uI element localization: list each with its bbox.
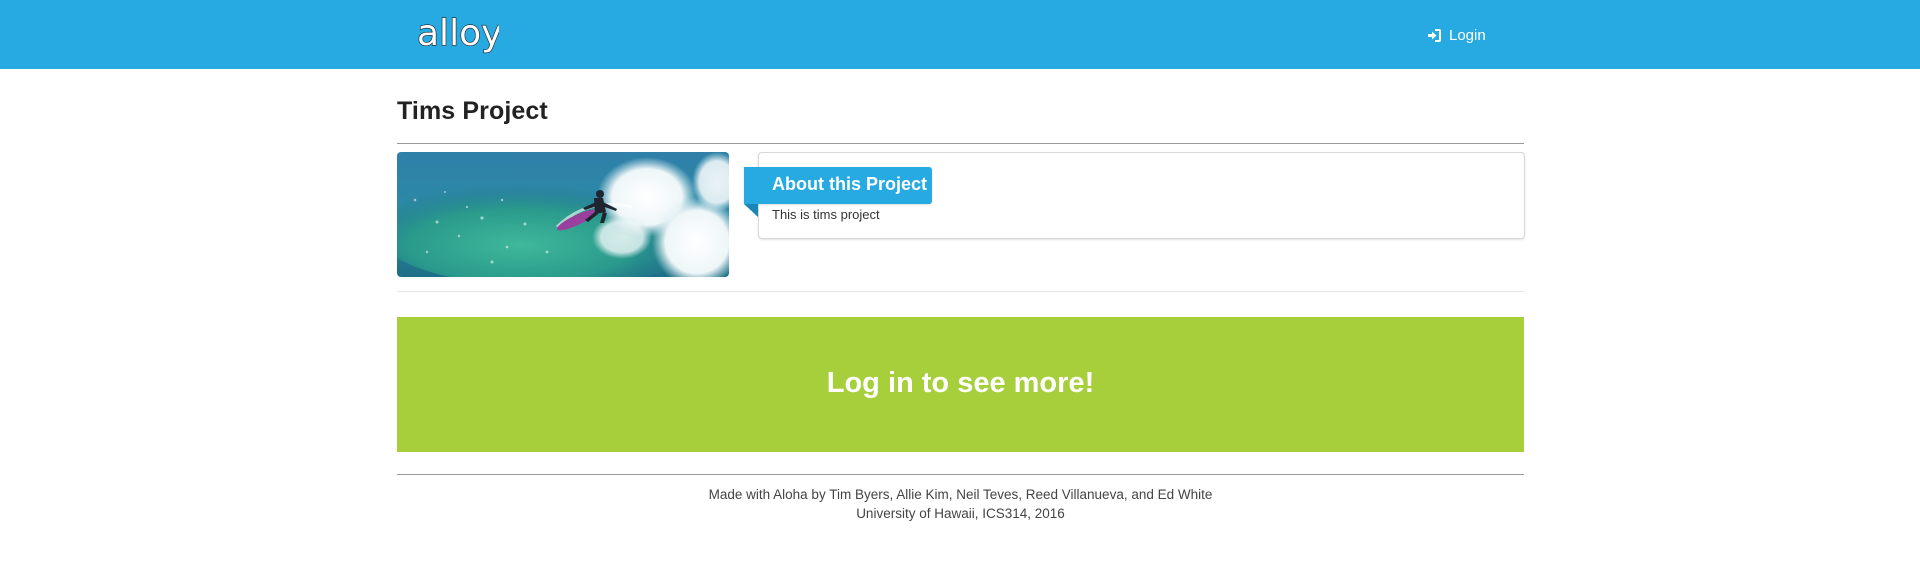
login-prompt-banner[interactable]: Log in to see more! (397, 317, 1524, 452)
about-heading: About this Project (772, 174, 928, 194)
footer: Made with Aloha by Tim Byers, Allie Kim,… (397, 485, 1524, 523)
brand-logo[interactable]: alloy (417, 8, 499, 58)
surfer-photo (397, 152, 729, 277)
alloy-logo: alloy (417, 12, 499, 54)
project-image (397, 152, 729, 277)
title-divider (397, 143, 1524, 144)
about-description: This is tims project (772, 207, 880, 222)
login-prompt-text: Log in to see more! (826, 367, 1095, 399)
login-label: Login (1449, 26, 1486, 44)
footer-credits: Made with Aloha by Tim Byers, Allie Kim,… (708, 487, 1213, 502)
sign-in-icon (1427, 28, 1441, 42)
ribbon-fold (744, 204, 758, 217)
section-divider (397, 291, 1524, 292)
login-link[interactable]: Login (1427, 24, 1486, 46)
footer-institution: University of Hawaii, ICS314, 2016 (856, 506, 1065, 521)
top-navbar: alloy Login (0, 0, 1920, 69)
page-title: Tims Project (397, 97, 548, 125)
svg-text:alloy: alloy (417, 13, 499, 54)
footer-divider (397, 474, 1524, 475)
